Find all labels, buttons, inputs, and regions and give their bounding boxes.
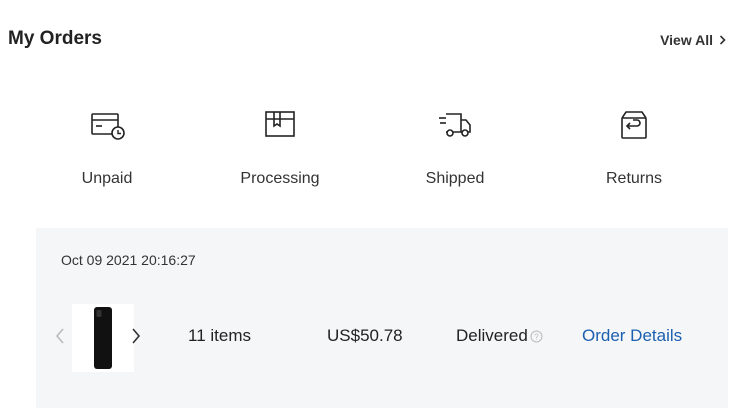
order-status: Delivered ?	[456, 326, 543, 346]
view-all-label: View All	[660, 32, 713, 48]
item-count: 11 items	[188, 326, 251, 345]
tab-shipped[interactable]: Shipped	[375, 100, 535, 200]
chevron-right-icon	[719, 35, 726, 45]
chevron-left-icon[interactable]	[54, 326, 66, 346]
return-box-icon	[621, 111, 647, 139]
help-icon[interactable]: ?	[530, 330, 543, 343]
tab-returns-label: Returns	[605, 170, 663, 187]
order-status-label: Delivered	[456, 326, 528, 345]
order-price: US$50.78	[327, 326, 403, 345]
tab-shipped-label: Shipped	[425, 170, 485, 187]
tab-unpaid-label: Unpaid	[81, 170, 133, 187]
page-title: My Orders	[8, 28, 102, 49]
order-details-link[interactable]: Order Details	[582, 326, 682, 346]
order-status-row: Unpaid Processing Shipped Returns	[0, 100, 750, 200]
truck-icon	[439, 113, 471, 137]
orders-header: My Orders View All	[0, 0, 750, 80]
order-date: Oct 09 2021 20:16:27	[61, 252, 196, 268]
tab-unpaid[interactable]: Unpaid	[27, 100, 187, 200]
chevron-right-icon[interactable]	[130, 326, 142, 346]
phone-image	[94, 307, 112, 369]
tab-processing-label: Processing	[240, 170, 320, 187]
tab-processing[interactable]: Processing	[200, 100, 360, 200]
view-all-link[interactable]: View All	[660, 32, 726, 48]
product-thumbnail[interactable]	[72, 304, 134, 372]
svg-text:?: ?	[534, 332, 539, 341]
card-clock-icon	[91, 113, 125, 140]
box-icon	[265, 111, 295, 137]
tab-returns[interactable]: Returns	[554, 100, 714, 200]
order-card: Oct 09 2021 20:16:27 11 items US$50.78 D…	[36, 228, 728, 408]
